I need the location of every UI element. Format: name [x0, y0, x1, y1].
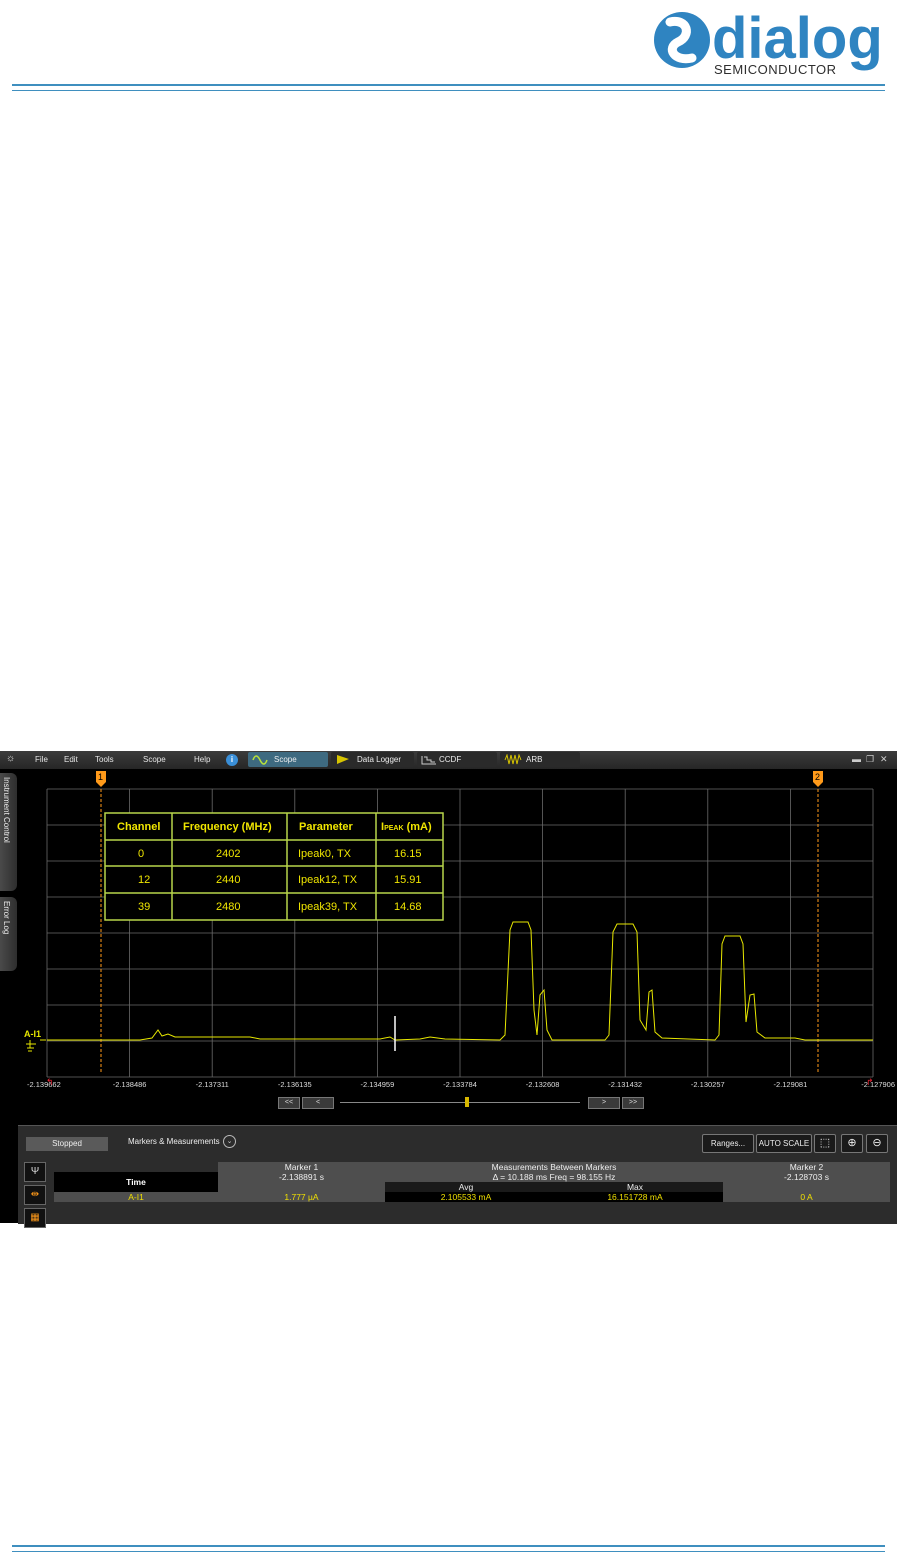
tab-ccdf[interactable]: CCDF	[417, 752, 497, 767]
marker-2-flag[interactable]: 2	[813, 771, 823, 787]
menu-file[interactable]: File	[35, 755, 48, 764]
logo-subtitle: SEMICONDUCTOR	[714, 62, 837, 77]
marker-1-label: 1	[98, 772, 103, 782]
measurements-table: Marker 1 Measurements Between Markers Ma…	[54, 1162, 890, 1202]
time-label: Time	[54, 1172, 218, 1192]
max-value: 16.151728 mA	[546, 1192, 723, 1202]
sine-wave-icon	[252, 755, 268, 765]
x-tick-label: -2.139662	[27, 1080, 61, 1089]
nav-next-button[interactable]: >	[588, 1097, 620, 1109]
time-nav-bar: << < > >>	[0, 1097, 897, 1125]
th-parameter: Parameter	[299, 821, 354, 833]
menu-tools[interactable]: Tools	[95, 755, 114, 764]
panel-tool-icons: Ψ ⇹ ▦	[24, 1162, 46, 1231]
x-tick-label: -2.132608	[526, 1080, 560, 1089]
between-markers-header: Measurements Between Markers	[385, 1162, 723, 1172]
td-freq: 2480	[216, 901, 240, 913]
avg-header: Avg	[385, 1182, 547, 1192]
flag-icon	[337, 755, 349, 764]
grid-tool-icon[interactable]: ▦	[24, 1208, 46, 1228]
td-channel: 12	[138, 874, 150, 886]
channel-label: A-I1	[24, 1029, 41, 1039]
th-channel: Channel	[117, 821, 160, 833]
minimize-icon[interactable]: ▬	[852, 754, 861, 764]
x-tick-label: -2.130257	[691, 1080, 725, 1089]
info-icon[interactable]: i	[226, 754, 238, 766]
auto-scale-button[interactable]: AUTO SCALE	[756, 1134, 812, 1153]
marker-1-time: -2.138891 s	[218, 1172, 385, 1182]
td-freq: 2402	[216, 848, 240, 860]
max-header: Max	[546, 1182, 723, 1192]
marker-tool-icon[interactable]: ⇹	[24, 1185, 46, 1205]
header-rule	[12, 84, 885, 86]
td-param: Ipeak39, TX	[298, 901, 358, 913]
nav-first-button[interactable]: <<	[278, 1097, 300, 1109]
marker-2-value: 0 A	[723, 1192, 890, 1202]
nav-last-button[interactable]: >>	[622, 1097, 644, 1109]
time-slider-track[interactable]	[340, 1102, 580, 1103]
td-ipeak: 15.91	[394, 874, 422, 886]
tab-scope[interactable]: Scope	[248, 752, 328, 767]
marker-1-value: 1.777 µA	[218, 1192, 385, 1202]
tab-data-logger[interactable]: Data Logger	[331, 752, 414, 767]
marker-2-label: 2	[815, 772, 820, 782]
th-frequency: Frequency (MHz)	[183, 821, 272, 833]
zoom-box-icon[interactable]: ⬚	[814, 1134, 836, 1153]
x-tick-label: -2.129081	[774, 1080, 808, 1089]
status-badge: Stopped	[26, 1137, 108, 1151]
x-tick-label: -2.138486	[113, 1080, 147, 1089]
x-tick-label: -2.137311	[196, 1080, 229, 1089]
x-tick-label: -2.131432	[608, 1080, 642, 1089]
chevron-down-icon[interactable]: ⌄	[223, 1135, 236, 1148]
marker-2-header: Marker 2	[723, 1162, 890, 1172]
dialog-logo: dialog SEMICONDUCTOR	[654, 6, 883, 77]
x-tick-label: -2.133784	[443, 1080, 477, 1089]
x-axis-ticks: -2.139662 -2.138486 -2.137311 -2.136135 -2.1…	[27, 1080, 895, 1089]
scope-app-window: ☼ File Edit Tools Scope Help i Scope Dat…	[0, 751, 897, 1228]
td-channel: 0	[138, 848, 144, 860]
restore-icon[interactable]: ❐	[866, 754, 874, 765]
ground-icon	[26, 1040, 36, 1052]
footer-rule-thin	[12, 1551, 885, 1552]
td-channel: 39	[138, 901, 150, 913]
td-ipeak: 14.68	[394, 901, 422, 913]
marker-2-time: -2.128703 s	[723, 1172, 890, 1182]
zoom-out-icon[interactable]: ⊖	[866, 1134, 888, 1153]
marker-1-flag[interactable]: 1	[96, 771, 106, 787]
right-limit-icon[interactable]: ↱	[866, 1077, 874, 1087]
footer-rule	[12, 1545, 885, 1547]
time-slider-thumb[interactable]	[465, 1097, 469, 1107]
menu-edit[interactable]: Edit	[64, 755, 78, 764]
menu-bar: ☼ File Edit Tools Scope Help i Scope Dat…	[0, 751, 897, 769]
nav-prev-button[interactable]: <	[302, 1097, 334, 1109]
panel-title: Markers & Measurements	[128, 1137, 220, 1146]
td-freq: 2440	[216, 874, 240, 886]
td-param: Ipeak0, TX	[298, 848, 352, 860]
td-ipeak: 16.15	[394, 848, 422, 860]
sun-icon[interactable]: ☼	[6, 753, 15, 764]
tab-arb[interactable]: ARB	[500, 752, 580, 767]
menu-help[interactable]: Help	[194, 755, 210, 764]
avg-value: 2.105533 mA	[385, 1192, 547, 1202]
zoom-in-icon[interactable]: ⊕	[841, 1134, 863, 1153]
marker-1-header: Marker 1	[218, 1162, 385, 1172]
menu-scope[interactable]: Scope	[143, 755, 166, 764]
ranges-button[interactable]: Ranges...	[702, 1134, 754, 1153]
scope-plot[interactable]: -2.139662 -2.138486 -2.137311 -2.136135 -2.1…	[0, 769, 897, 1097]
channel-row-label: A-I1	[54, 1192, 218, 1202]
measurements-panel: Stopped Markers & Measurements ⌄ Ranges.…	[18, 1125, 897, 1228]
header-rule-thin	[12, 90, 885, 91]
probe-icon[interactable]: Ψ	[24, 1162, 46, 1182]
arb-wave-icon	[504, 754, 522, 765]
x-tick-label: -2.136135	[278, 1080, 312, 1089]
td-param: Ipeak12, TX	[298, 874, 358, 886]
left-limit-icon[interactable]: ↰	[46, 1077, 54, 1087]
close-icon[interactable]: ✕	[880, 754, 888, 765]
ccdf-icon	[421, 756, 436, 765]
x-tick-label: -2.134959	[361, 1080, 395, 1089]
delta-freq: Δ = 10.188 ms Freq = 98.155 Hz	[385, 1172, 723, 1182]
ipeak-table: Channel Frequency (MHz) Parameter IPEAK …	[104, 812, 444, 921]
